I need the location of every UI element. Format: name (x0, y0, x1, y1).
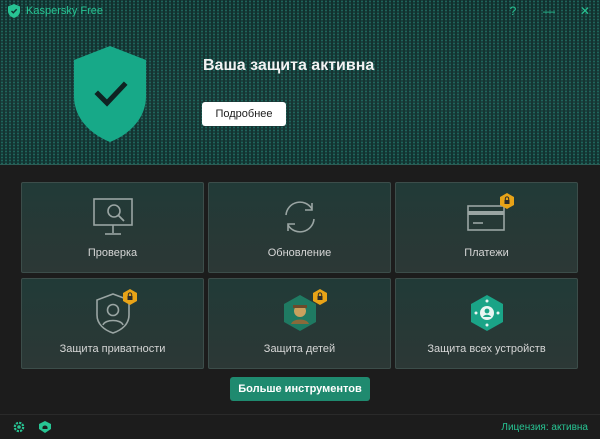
gear-icon[interactable] (12, 420, 26, 434)
tile-privacy[interactable]: Защита приватности (21, 278, 204, 369)
tile-update[interactable]: Обновление (208, 182, 391, 273)
lock-badge-icon (500, 193, 514, 209)
tile-payments[interactable]: Платежи (395, 182, 578, 273)
window-title: Kaspersky Free (26, 5, 104, 17)
tile-all-devices[interactable]: Защита всех устройств (395, 278, 578, 369)
details-button[interactable]: Подробнее (202, 102, 286, 126)
tile-scan[interactable]: Проверка (21, 182, 204, 273)
tile-label: Защита приватности (59, 343, 166, 355)
protection-status-title: Ваша защита активна (203, 57, 375, 74)
status-bar: Лицензия: активна (0, 414, 600, 439)
tile-kids[interactable]: Защита детей (208, 278, 391, 369)
title-bar: Kaspersky Free ? — ✕ (0, 0, 600, 22)
license-status[interactable]: Лицензия: активна (501, 422, 588, 433)
lock-badge-icon (123, 289, 137, 305)
shield-check-icon (74, 46, 146, 142)
kaspersky-logo-icon (8, 4, 20, 18)
update-arrows-icon (284, 201, 315, 233)
tile-label: Защита детей (263, 343, 336, 355)
tile-label: Платежи (464, 247, 509, 259)
hero-banner: Ваша защита активна Подробнее (0, 0, 600, 165)
close-button[interactable]: ✕ (578, 4, 592, 18)
tools-grid: Проверка Обновление Платежи Защита прива… (21, 182, 579, 369)
tile-label: Проверка (87, 247, 138, 259)
more-tools-button[interactable]: Больше инструментов (230, 377, 370, 401)
help-button[interactable]: ? (506, 4, 520, 18)
window-controls: ? — ✕ (506, 4, 592, 18)
devices-protection-icon (470, 295, 503, 331)
scan-monitor-icon (92, 198, 133, 235)
tile-label: Обновление (267, 247, 332, 259)
tile-label: Защита всех устройств (427, 343, 546, 355)
minimize-button[interactable]: — (542, 4, 556, 18)
lock-badge-icon (313, 289, 327, 305)
support-icon[interactable] (38, 420, 52, 434)
